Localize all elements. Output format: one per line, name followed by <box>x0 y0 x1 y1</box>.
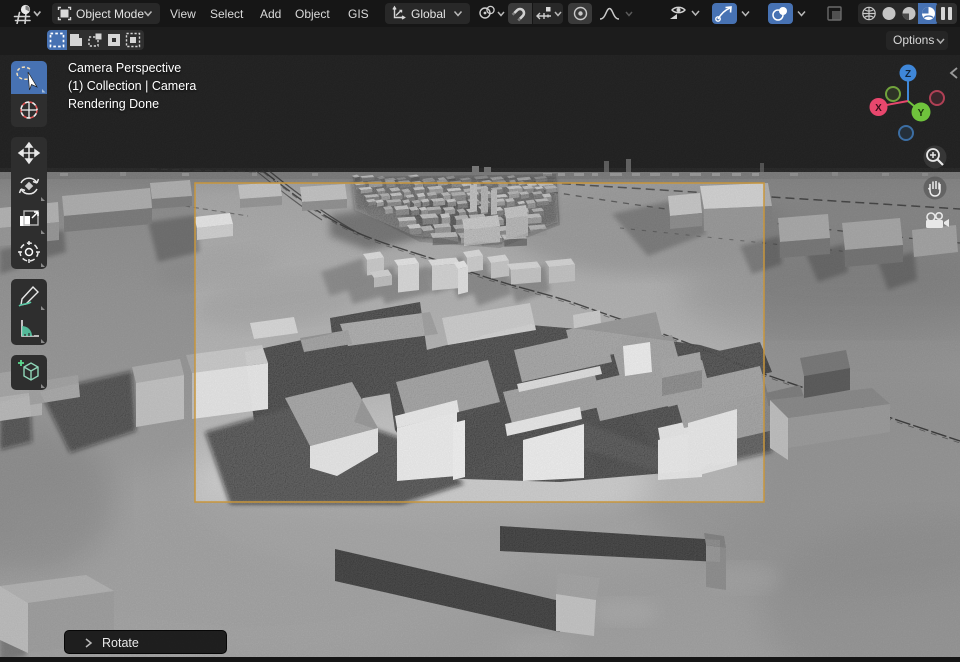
svg-text:Z: Z <box>905 69 911 80</box>
svg-text:Y: Y <box>918 108 925 119</box>
svg-text:X: X <box>875 103 882 114</box>
